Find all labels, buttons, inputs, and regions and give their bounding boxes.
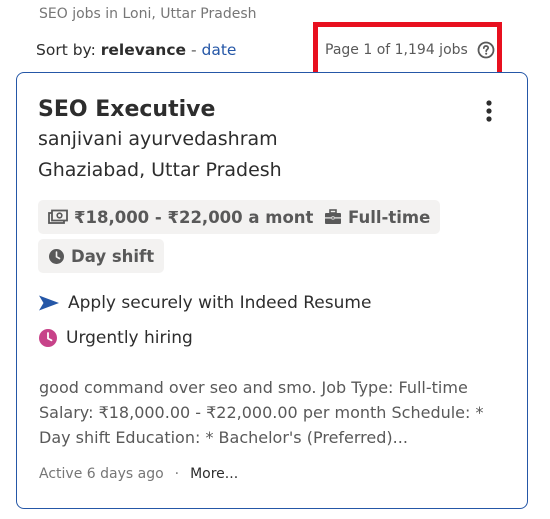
shift-text: Day shift: [71, 246, 155, 266]
salary-chip: ₹18,000 - ₹22,000 a month: [38, 200, 336, 234]
job-card[interactable]: SEO Executive sanjivani ayurvedashram Gh…: [16, 72, 528, 509]
sort-separator: -: [190, 41, 197, 59]
sort-label: Sort by:: [36, 41, 96, 59]
send-arrow-icon: [39, 295, 59, 311]
money-icon: [48, 209, 68, 224]
easy-apply-feature: Apply securely with Indeed Resume: [38, 293, 371, 313]
sort-control: Sort by: relevance - date: [36, 41, 236, 59]
breadcrumb: SEO jobs in Loni, Uttar Pradesh: [39, 6, 257, 22]
more-link[interactable]: More...: [190, 466, 238, 482]
job-card-footer: Active 6 days ago · More...: [39, 466, 238, 482]
kebab-menu-icon[interactable]: [477, 97, 501, 127]
urgent-clock-icon: [39, 329, 57, 347]
sort-by-date-link[interactable]: date: [202, 41, 237, 59]
easy-apply-text: Apply securely with Indeed Resume: [68, 293, 372, 313]
sort-relevance: relevance: [100, 41, 187, 59]
job-type-text: Full-time: [348, 207, 431, 227]
shift-chip: Day shift: [38, 239, 165, 273]
page-count-text: Page 1 of 1,194 jobs: [325, 42, 468, 58]
clock-icon: [49, 248, 64, 264]
page-count: Page 1 of 1,194 jobs: [325, 41, 495, 59]
urgently-hiring-text: Urgently hiring: [66, 328, 193, 348]
job-title[interactable]: SEO Executive: [38, 97, 215, 122]
footer-separator: ·: [174, 466, 180, 482]
urgently-hiring-feature: Urgently hiring: [38, 328, 193, 348]
help-circle-icon[interactable]: [477, 41, 495, 59]
company-name: sanjivani ayurvedashram: [38, 128, 278, 150]
salary-text: ₹18,000 - ₹22,000 a month: [74, 207, 326, 227]
posted-date: Active 6 days ago: [39, 466, 164, 482]
job-snippet: good command over seo and smo. Job Type:…: [39, 378, 484, 447]
job-type-chip: Full-time: [314, 200, 441, 234]
job-location: Ghaziabad, Uttar Pradesh: [38, 159, 282, 181]
briefcase-icon: [325, 209, 341, 224]
